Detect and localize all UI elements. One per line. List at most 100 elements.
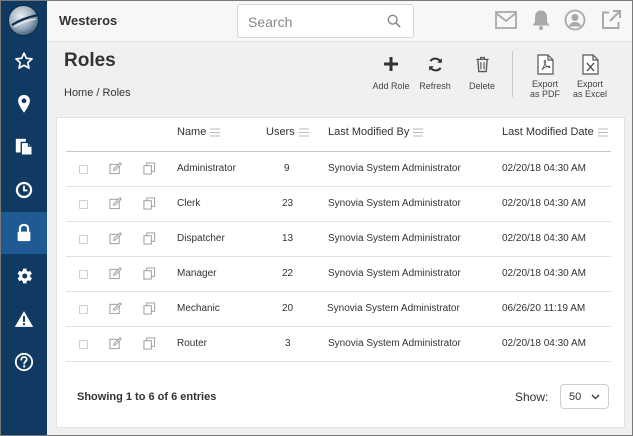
column-header-users[interactable]: Users (266, 126, 309, 138)
sidebar-item-documents[interactable] (0, 128, 47, 166)
sort-icon (298, 128, 309, 136)
edit-icon[interactable] (109, 337, 122, 350)
export-pdf-label-1: Export (531, 79, 558, 89)
page-size-label: Show: (515, 390, 549, 404)
page-title: Roles (64, 50, 116, 71)
app-logo[interactable] (8, 5, 39, 36)
warning-icon (14, 311, 33, 327)
copy-icon[interactable] (143, 302, 156, 315)
gear-icon (17, 268, 32, 284)
excel-file-icon (581, 53, 599, 75)
map-pin-icon (17, 94, 30, 113)
export-excel-button[interactable]: Export as Excel (569, 52, 611, 99)
cell-modified-by: Synovia System Administrator (328, 198, 461, 209)
table-row[interactable]: Router 3 Synovia System Administrator 02… (66, 327, 611, 362)
clock-icon (15, 181, 32, 199)
table-row[interactable]: Clerk 23 Synovia System Administrator 02… (66, 187, 611, 222)
sort-icon (210, 127, 221, 136)
cell-name[interactable]: Mechanic (177, 303, 220, 314)
row-checkbox[interactable] (79, 200, 88, 209)
export-pdf-button[interactable]: Export as PDF (526, 52, 564, 99)
cell-modified-date: 02/20/18 04:30 AM (502, 268, 586, 279)
cell-modified-date: 02/20/18 04:30 AM (502, 163, 586, 174)
table-row[interactable]: Administrator 9 Synovia System Administr… (66, 152, 611, 187)
refresh-button[interactable]: Refresh (416, 52, 454, 91)
copy-icon[interactable] (143, 197, 156, 210)
cell-modified-date: 06/26/20 11:19 AM (502, 303, 586, 314)
help-icon (14, 352, 33, 372)
cell-users: 22 (282, 268, 294, 279)
page-size-value: 50 (569, 391, 582, 403)
cell-modified-by: Synovia System Administrator (328, 163, 461, 174)
edit-icon[interactable] (109, 197, 122, 210)
copy-icon[interactable] (143, 337, 156, 350)
sidebar-item-help[interactable] (0, 343, 47, 381)
cell-modified-date: 02/20/18 04:30 AM (502, 198, 586, 209)
export-excel-label-1: Export (576, 79, 603, 89)
top-header: Westeros (47, 0, 633, 42)
delete-label: Delete (468, 81, 495, 91)
mail-icon[interactable] (495, 11, 517, 29)
breadcrumb-current: Roles (102, 87, 131, 99)
add-role-label: Add Role (372, 81, 410, 91)
row-checkbox[interactable] (79, 305, 88, 314)
add-role-button[interactable]: Add Role (370, 52, 412, 91)
cell-name[interactable]: Manager (177, 268, 216, 279)
star-icon (14, 52, 33, 69)
cell-users: 20 (282, 303, 294, 314)
copy-icon[interactable] (143, 267, 156, 280)
cell-modified-by: Synovia System Administrator (328, 268, 461, 279)
cell-name[interactable]: Dispatcher (177, 233, 225, 244)
edit-icon[interactable] (109, 302, 122, 315)
page-size-select[interactable]: 50 (560, 384, 609, 409)
cell-modified-date: 02/20/18 04:30 AM (502, 338, 586, 349)
table-row[interactable]: Dispatcher 13 Synovia System Administrat… (66, 222, 611, 257)
column-header-modified-date[interactable]: Last Modified Date (502, 126, 608, 138)
sidebar-item-history[interactable] (0, 171, 47, 209)
edit-icon[interactable] (109, 162, 122, 175)
trash-icon (475, 56, 489, 72)
row-checkbox[interactable] (79, 270, 88, 279)
sidebar-item-locations[interactable] (0, 85, 47, 123)
cell-name[interactable]: Router (177, 338, 207, 349)
column-header-name[interactable]: Name (177, 126, 221, 138)
sidebar (0, 0, 47, 436)
cell-name[interactable]: Administrator (177, 163, 236, 174)
app-title: Westeros (59, 13, 118, 28)
external-link-icon[interactable] (600, 9, 622, 31)
sidebar-item-security[interactable] (0, 212, 47, 254)
row-checkbox[interactable] (79, 235, 88, 244)
copy-icon[interactable] (143, 232, 156, 245)
lock-icon (17, 223, 30, 242)
breadcrumb: Home / Roles (64, 87, 131, 99)
search-box[interactable] (237, 4, 414, 38)
sidebar-item-favorites[interactable] (0, 42, 47, 80)
user-icon[interactable] (564, 9, 586, 31)
bell-icon[interactable] (531, 9, 551, 31)
refresh-icon (428, 57, 442, 71)
breadcrumb-home[interactable]: Home (64, 87, 93, 99)
sidebar-item-settings[interactable] (0, 257, 47, 295)
refresh-label: Refresh (419, 81, 451, 91)
cell-modified-by: Synovia System Administrator (328, 233, 461, 244)
row-divider (66, 361, 611, 362)
cell-users: 9 (284, 163, 290, 174)
export-excel-label-2: as Excel (572, 89, 607, 99)
search-input[interactable] (248, 13, 378, 31)
table-row[interactable]: Mechanic 20 Synovia System Administrator… (66, 292, 611, 327)
cell-name[interactable]: Clerk (177, 198, 200, 209)
edit-icon[interactable] (109, 232, 122, 245)
toolbar-divider (512, 51, 513, 97)
delete-button[interactable]: Delete (464, 52, 500, 91)
row-checkbox[interactable] (79, 340, 88, 349)
sidebar-item-alerts[interactable] (0, 300, 47, 338)
edit-icon[interactable] (109, 267, 122, 280)
copy-icon[interactable] (143, 162, 156, 175)
column-header-modified-by[interactable]: Last Modified By (328, 126, 424, 138)
table-row[interactable]: Manager 22 Synovia System Administrator … (66, 257, 611, 292)
row-checkbox[interactable] (79, 165, 88, 174)
cell-modified-date: 02/20/18 04:30 AM (502, 233, 586, 244)
search-icon[interactable] (387, 14, 401, 28)
cell-modified-by: Synovia System Administrator (328, 338, 461, 349)
table-info: Showing 1 to 6 of 6 entries (77, 391, 217, 403)
